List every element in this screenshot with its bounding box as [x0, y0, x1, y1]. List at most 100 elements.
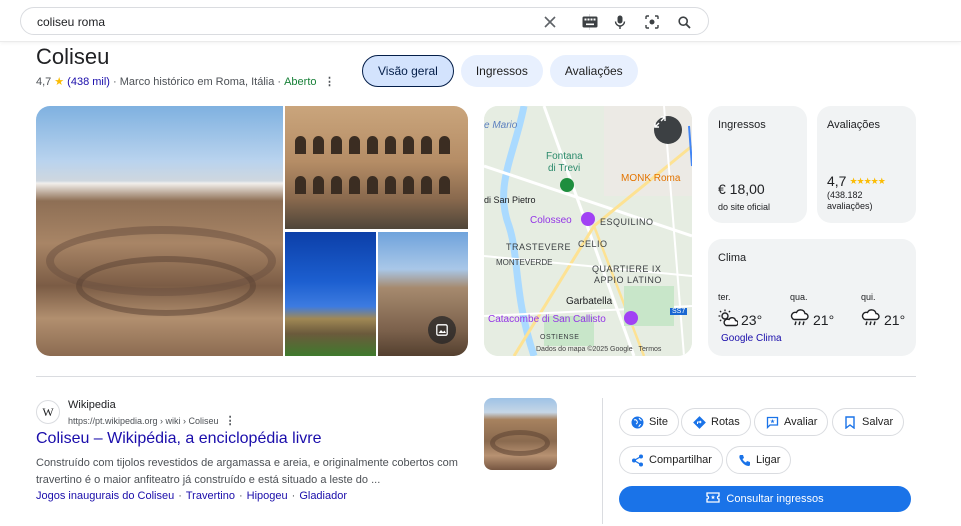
sitelink[interactable]: Jogos inaugurais do Coliseu [36, 490, 174, 502]
weather-day: qui. [861, 292, 876, 302]
call-button[interactable]: Ligar [726, 446, 792, 474]
tab-ingressos[interactable]: Ingressos [460, 55, 543, 87]
map-label: APPIO LATINO [594, 275, 662, 285]
google-weather-link[interactable]: Google Clima [721, 333, 782, 344]
map-label: di San Pietro [484, 195, 536, 205]
search-input[interactable] [37, 14, 517, 30]
rating-stars-icon: ★★★★★ [849, 175, 885, 186]
open-status: Aberto [284, 75, 317, 88]
sitelink[interactable]: Gladiador [299, 490, 347, 502]
map-label: QUARTIERE IX [592, 264, 662, 274]
partly-sunny-icon [718, 309, 739, 330]
search-icon[interactable] [676, 14, 692, 30]
photo-colosseum-night[interactable] [285, 232, 376, 356]
more-options-icon[interactable]: ⋮ [324, 75, 336, 88]
reviews-rating-value: 4,7 [827, 173, 847, 189]
tab-avaliacoes[interactable]: Avaliações [549, 55, 638, 87]
reviews-count: (438.182 avaliações) [827, 190, 873, 211]
save-button-label: Salvar [862, 416, 894, 428]
weather-day: qua. [790, 292, 808, 302]
star-icon: ★ [54, 76, 65, 88]
result-url: https://pt.wikipedia.org › wiki › Colise… [68, 415, 219, 426]
entity-tabs: Visão geral Ingressos Avaliações [362, 55, 638, 87]
result-thumbnail[interactable] [484, 398, 557, 470]
sitelink-separator: · [238, 490, 243, 502]
weather-temp: 21° [813, 311, 835, 328]
review-button-label: Avaliar [784, 416, 818, 428]
site-button[interactable]: Site [619, 408, 679, 436]
map-label: Garbatella [566, 296, 613, 307]
map-label: MONTEVERDE [496, 258, 553, 267]
expand-map-icon[interactable] [654, 116, 682, 144]
map-label: OSTIENSE [540, 334, 580, 341]
weather-temp: 23° [741, 311, 763, 328]
sitelink-separator: · [291, 490, 296, 502]
entity-subline: 4,7 ★ (438 mil) · Marco histórico em Rom… [36, 75, 336, 89]
call-button-label: Ligar [756, 454, 781, 466]
clear-icon[interactable] [542, 14, 558, 30]
site-button-label: Site [649, 416, 668, 428]
entity-title: Coliseu [36, 44, 110, 69]
photo-colosseum-facade[interactable] [285, 106, 468, 229]
share-button-label: Compartilhar [649, 454, 712, 466]
ticket-price: € 18,00 [718, 181, 765, 197]
map-pin-icon [624, 311, 638, 325]
review-button[interactable]: Avaliar [754, 408, 829, 436]
weather-temp: 21° [884, 311, 906, 328]
map-label: Catacombe di San Callisto [488, 314, 606, 325]
microphone-icon[interactable] [612, 14, 628, 30]
map-label: SS7 [670, 308, 688, 315]
entity-category: · Marco histórico em Roma, Itália · [112, 75, 282, 88]
tickets-card-title: Ingressos [718, 119, 766, 131]
share-icon [630, 453, 644, 467]
sitelink[interactable]: Hipogeu [247, 490, 288, 502]
rating-value: 4,7 [36, 75, 52, 88]
reviews-count-link[interactable]: (438 mil) [67, 76, 110, 88]
tickets-card[interactable]: Ingressos € 18,00 do site oficial [708, 106, 807, 223]
check-tickets-button[interactable]: Consultar ingressos [619, 486, 911, 512]
photo-gallery-icon[interactable] [428, 316, 456, 344]
photo-colosseum-arch[interactable] [378, 232, 468, 356]
weather-card-title: Clima [718, 252, 747, 264]
map-pin-icon [560, 178, 574, 192]
map-label: CELIO [578, 239, 608, 249]
weather-day: ter. [718, 292, 731, 302]
share-button[interactable]: Compartilhar [619, 446, 723, 474]
directions-button-label: Rotas [711, 416, 740, 428]
photo-colosseum-interior[interactable] [36, 106, 283, 356]
map-terms-link[interactable]: Termos [638, 346, 661, 353]
check-tickets-label: Consultar ingressos [726, 493, 824, 505]
photo-grid[interactable] [36, 106, 468, 356]
reviews-rating: 4,7 ★★★★★ [827, 173, 886, 189]
save-button[interactable]: Salvar [832, 408, 905, 436]
globe-icon [630, 415, 644, 429]
reviews-card-title: Avaliações [827, 119, 880, 131]
weather-forecast-item: 21° [790, 309, 834, 330]
weather-forecast-item: 23° [718, 309, 762, 330]
map-label: Fontana [546, 151, 583, 162]
result-url-row: https://pt.wikipedia.org › wiki › Colise… [68, 414, 236, 427]
search-header [0, 0, 961, 42]
search-box[interactable] [20, 7, 709, 35]
vertical-divider [602, 398, 603, 524]
weather-forecast-item: 21° [861, 309, 905, 330]
map-attribution: Dados do mapa ©2025 Google [536, 346, 633, 353]
directions-button[interactable]: Rotas [681, 408, 751, 436]
sitelink[interactable]: Travertino [186, 490, 235, 502]
map-label: ESQUILINO [600, 217, 654, 227]
ticket-source: do site oficial [718, 202, 771, 212]
result-more-icon[interactable]: ⋮ [225, 414, 236, 427]
write-review-icon [765, 415, 779, 429]
ticket-icon [706, 492, 721, 506]
tab-visao-geral[interactable]: Visão geral [362, 55, 454, 87]
result-sitelinks: Jogos inaugurais do Coliseu · Travertino… [36, 490, 347, 502]
result-title-link[interactable]: Coliseu – Wikipédia, a enciclopédia livr… [36, 430, 321, 448]
sitelink-separator: · [178, 490, 182, 502]
keyboard-icon[interactable] [582, 14, 598, 30]
reviews-card[interactable]: Avaliações 4,7 ★★★★★ (438.182 avaliações… [817, 106, 916, 223]
section-divider [36, 376, 916, 377]
lens-icon[interactable] [644, 14, 660, 30]
wikipedia-favicon: W [36, 400, 60, 424]
rain-cloud-icon [861, 309, 881, 330]
map-preview[interactable]: e Mario Fontana di Trevi MONK Roma di Sa… [484, 106, 692, 356]
